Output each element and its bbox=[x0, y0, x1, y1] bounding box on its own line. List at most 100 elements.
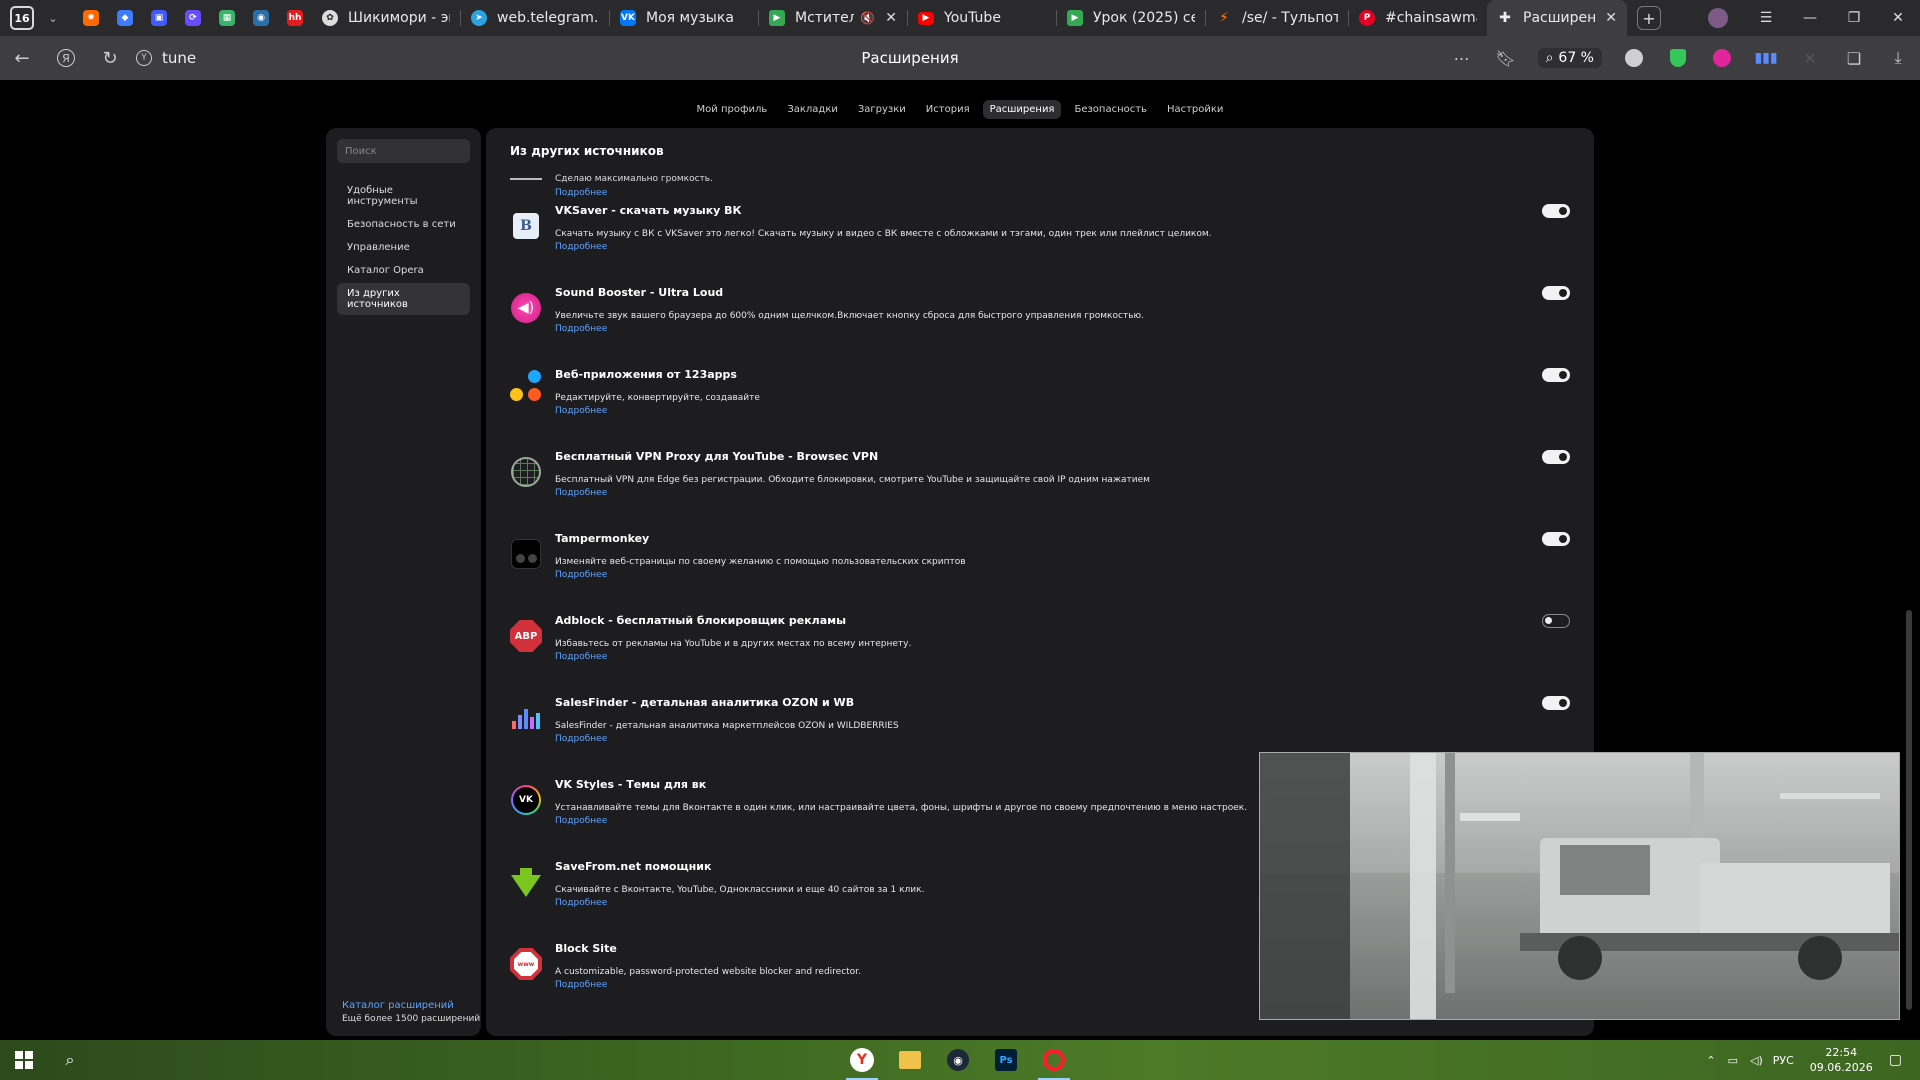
back-arrow-icon[interactable]: ← bbox=[0, 36, 44, 80]
zoom-indicator[interactable]: ⌕ 67 % bbox=[1537, 48, 1602, 68]
extension-item-browsec-vpn: Бесплатный VPN Proxy для YouTube - Brows… bbox=[510, 450, 1570, 532]
pinned-tab[interactable]: hh bbox=[278, 4, 312, 32]
tab-strip: 16 ⌄ ✹ ◆ ▣ ⟳ ▦ ◉ hh ✿ Шикимори - энц ➤ w… bbox=[0, 0, 1920, 36]
shield-icon[interactable] bbox=[1656, 36, 1700, 80]
details-link[interactable]: Подробнее bbox=[555, 652, 607, 662]
minimize-icon[interactable]: — bbox=[1788, 10, 1832, 26]
abp-icon: ABP bbox=[510, 620, 542, 652]
pinned-tab[interactable]: ◆ bbox=[108, 4, 142, 32]
yandex-icon[interactable]: Я bbox=[44, 36, 88, 80]
pinned-tab[interactable]: ▦ bbox=[210, 4, 244, 32]
close-window-icon[interactable]: ✕ bbox=[1876, 10, 1920, 26]
sidebar-item-management[interactable]: Управление bbox=[337, 237, 470, 258]
scrollbar[interactable] bbox=[1906, 610, 1912, 1010]
extension-toggle[interactable] bbox=[1542, 286, 1570, 300]
globe-icon[interactable] bbox=[1612, 36, 1656, 80]
opera-icon[interactable] bbox=[1030, 1040, 1078, 1080]
chevron-up-icon[interactable]: ⌃ bbox=[1706, 1054, 1715, 1067]
pinned-tab[interactable]: ⟳ bbox=[176, 4, 210, 32]
sidebar-item-other-sources[interactable]: Из других источников bbox=[337, 283, 470, 315]
bookmark-icon[interactable]: 🔖︎ bbox=[1484, 36, 1528, 80]
collections-icon[interactable]: ❏ bbox=[1832, 36, 1876, 80]
tab-extensions[interactable]: ✚ Расширения ✕ bbox=[1487, 0, 1627, 36]
catalog-link[interactable]: Каталог расширений bbox=[342, 1000, 480, 1011]
tab-telegram[interactable]: ➤ web.telegram.org bbox=[461, 0, 609, 36]
search-input[interactable] bbox=[337, 139, 470, 163]
download-icon[interactable]: ⤓ bbox=[1876, 36, 1920, 80]
extension-toggle[interactable] bbox=[1542, 450, 1570, 464]
details-link[interactable]: Подробнее bbox=[555, 324, 607, 334]
reload-icon[interactable]: ↻ bbox=[88, 36, 132, 80]
sidebar-item-web-security[interactable]: Безопасность в сети bbox=[337, 214, 470, 235]
restore-icon[interactable]: ❐ bbox=[1832, 10, 1876, 26]
clock[interactable]: 22:54 09.06.2026 bbox=[1810, 1045, 1873, 1075]
language-indicator[interactable]: РУС bbox=[1773, 1054, 1794, 1067]
extension-toggle[interactable] bbox=[1542, 696, 1570, 710]
extension-toggle[interactable] bbox=[1542, 614, 1570, 628]
tab-lesson[interactable]: ▶ Урок (2025) сери bbox=[1057, 0, 1205, 36]
pinned-tab[interactable]: ▣ bbox=[142, 4, 176, 32]
search-icon[interactable]: ⌕ bbox=[46, 1040, 94, 1080]
tab-shikimori[interactable]: ✿ Шикимори - энц bbox=[312, 0, 460, 36]
new-tab-button[interactable]: + bbox=[1637, 6, 1661, 30]
extension-name: Tampermonkey bbox=[555, 532, 650, 545]
nav-history[interactable]: История bbox=[919, 100, 977, 119]
salesfinder-icon[interactable]: ▮▮▮ bbox=[1744, 36, 1788, 80]
tab-vk-music[interactable]: VK Моя музыка bbox=[610, 0, 758, 36]
extension-toggle[interactable] bbox=[1542, 204, 1570, 218]
details-link[interactable]: Подробнее bbox=[555, 188, 607, 198]
network-icon[interactable]: ▭ bbox=[1728, 1054, 1738, 1067]
nav-downloads[interactable]: Загрузки bbox=[851, 100, 913, 119]
details-link[interactable]: Подробнее bbox=[555, 898, 607, 908]
tab-se[interactable]: ⚡ /se/ - Тульпотав bbox=[1206, 0, 1348, 36]
nav-settings[interactable]: Настройки bbox=[1160, 100, 1230, 119]
photoshop-icon[interactable]: Ps bbox=[982, 1040, 1030, 1080]
close-icon[interactable]: ✕ bbox=[885, 10, 897, 26]
extension-description: Избавьтесь от рекламы на YouTube и в дру… bbox=[555, 639, 912, 649]
steam-icon[interactable]: ◉ bbox=[934, 1040, 982, 1080]
nav-profile[interactable]: Мой профиль bbox=[690, 100, 775, 119]
url-field[interactable]: tune bbox=[162, 49, 196, 67]
muted-speaker-icon[interactable]: 🔇 bbox=[860, 11, 875, 25]
sidebar-item-opera-catalog[interactable]: Каталог Opera bbox=[337, 260, 470, 281]
extension-item-tampermonkey: Tampermonkey Изменяйте веб-страницы по с… bbox=[510, 532, 1570, 614]
tab-youtube[interactable]: ▶ YouTube bbox=[908, 0, 1056, 36]
tab-pinterest[interactable]: P #chainsawman bbox=[1349, 0, 1487, 36]
extension-description: Скачать музыку с ВК с VKSaver это легко!… bbox=[555, 229, 1212, 239]
yandex-browser-icon[interactable]: Y bbox=[838, 1040, 886, 1080]
details-link[interactable]: Подробнее bbox=[555, 242, 607, 252]
nav-bookmarks[interactable]: Закладки bbox=[780, 100, 845, 119]
sidebar-item-tools[interactable]: Удобные инструменты bbox=[337, 180, 470, 212]
extension-name: SalesFinder - детальная аналитика OZON и… bbox=[555, 696, 855, 709]
more-dots-icon[interactable]: ⋯ bbox=[1440, 36, 1484, 80]
windows-start-icon[interactable] bbox=[2, 1040, 46, 1080]
speaker-icon: ◀) bbox=[510, 292, 542, 324]
file-explorer-icon[interactable] bbox=[886, 1040, 934, 1080]
nav-extensions[interactable]: Расширения bbox=[982, 100, 1062, 119]
picture-in-picture-video[interactable] bbox=[1259, 752, 1900, 1020]
extension-toggle[interactable] bbox=[1542, 532, 1570, 546]
notifications-icon[interactable]: ▢ bbox=[1889, 1052, 1902, 1068]
details-link[interactable]: Подробнее bbox=[555, 980, 607, 990]
pinned-tab[interactable]: ✹ bbox=[74, 4, 108, 32]
details-link[interactable]: Подробнее bbox=[555, 734, 607, 744]
nav-security[interactable]: Безопасность bbox=[1067, 100, 1154, 119]
extension-toggle[interactable] bbox=[1542, 368, 1570, 382]
avatar[interactable] bbox=[1708, 8, 1728, 28]
close-icon[interactable]: ✕ bbox=[1605, 10, 1617, 26]
sound-booster-icon[interactable] bbox=[1700, 36, 1744, 80]
menu-icon[interactable]: ☰ bbox=[1744, 10, 1788, 26]
volume-icon[interactable]: ◁) bbox=[1750, 1054, 1763, 1067]
details-link[interactable]: Подробнее bbox=[555, 816, 607, 826]
details-link[interactable]: Подробнее bbox=[555, 406, 607, 416]
details-link[interactable]: Подробнее bbox=[555, 570, 607, 580]
pinned-tab[interactable]: ◉ bbox=[244, 4, 278, 32]
details-link[interactable]: Подробнее bbox=[555, 488, 607, 498]
tab-avengers[interactable]: ▶ Мстители 🔇 ✕ bbox=[759, 0, 907, 36]
system-tray: ⌃ ▭ ◁) РУС 22:54 09.06.2026 ▢ bbox=[1706, 1040, 1920, 1080]
video-icon: ▶ bbox=[1067, 10, 1083, 26]
blocked-extension-icon[interactable]: ✕ bbox=[1788, 36, 1832, 80]
chevron-down-icon[interactable]: ⌄ bbox=[42, 12, 64, 25]
tab-count-button[interactable]: 16 bbox=[10, 6, 34, 30]
vk-styles-icon: VK bbox=[510, 784, 542, 816]
